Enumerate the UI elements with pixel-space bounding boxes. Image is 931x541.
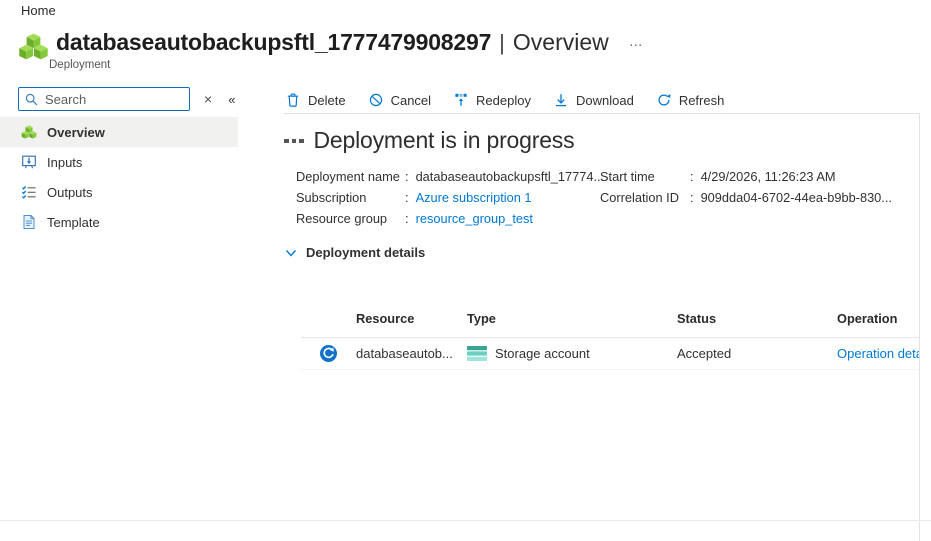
inputs-icon xyxy=(20,154,37,170)
sidebar-item-template[interactable]: Template xyxy=(0,207,238,237)
resource-type-label: Deployment xyxy=(49,59,110,71)
collapse-sidebar-button[interactable]: « xyxy=(224,90,239,109)
sidebar-search-zone: × « xyxy=(18,87,239,111)
search-field-wrap xyxy=(18,87,190,111)
sidebar-item-label: Outputs xyxy=(47,185,93,200)
deployment-cubes-icon xyxy=(20,124,37,140)
refresh-button-label: Refresh xyxy=(679,93,725,108)
page-title: databaseautobackupsftl_1777479908297 | O… xyxy=(56,29,645,56)
table-row[interactable]: databaseautob... Storage account Accepte… xyxy=(301,338,919,370)
sidebar-item-label: Template xyxy=(47,215,100,230)
command-bar: Delete Cancel Redeploy xyxy=(284,87,745,113)
colon-separator xyxy=(405,166,409,187)
delete-button-label: Delete xyxy=(308,93,346,108)
operation-details-link[interactable]: Operation details xyxy=(837,346,919,361)
field-label: Resource group xyxy=(296,208,405,229)
title-separator: | xyxy=(499,30,505,56)
essentials-left-column: Deployment name databaseautobackupsftl_1… xyxy=(296,166,604,229)
deployment-name-row: Deployment name databaseautobackupsftl_1… xyxy=(296,166,604,187)
sidebar-item-outputs[interactable]: Outputs xyxy=(0,177,238,207)
deployment-name-title: databaseautobackupsftl_1777479908297 xyxy=(56,29,491,56)
download-button-label: Download xyxy=(576,93,634,108)
download-icon xyxy=(553,92,569,108)
pane-divider xyxy=(919,113,920,541)
status-cell: Accepted xyxy=(677,346,837,361)
sidebar-item-inputs[interactable]: Inputs xyxy=(0,147,238,177)
deployment-details-table: Resource Type Status Operation databasea… xyxy=(301,300,919,370)
search-input[interactable] xyxy=(18,87,190,111)
resource-group-row: Resource group resource_group_test xyxy=(296,208,604,229)
deployment-icon xyxy=(18,31,49,67)
breadcrumb-home[interactable]: Home xyxy=(21,3,56,18)
column-header-operation: Operation xyxy=(837,311,919,326)
trash-icon xyxy=(285,92,301,108)
sidebar-item-overview[interactable]: Overview xyxy=(0,117,238,147)
sidebar-item-label: Overview xyxy=(47,125,105,140)
colon-separator xyxy=(690,166,694,187)
start-time-value: 4/29/2026, 11:26:23 AM xyxy=(701,166,836,187)
active-view-label: Overview xyxy=(513,29,609,56)
field-label: Correlation ID xyxy=(600,187,690,208)
table-header-row: Resource Type Status Operation xyxy=(301,300,919,338)
refresh-button[interactable]: Refresh xyxy=(655,87,737,113)
column-header-type: Type xyxy=(467,311,677,326)
sidebar-menu: Overview Inputs xyxy=(0,117,238,237)
template-icon xyxy=(20,214,37,230)
download-button[interactable]: Download xyxy=(552,87,646,113)
resource-name-cell: databaseautob... xyxy=(356,346,467,361)
redeploy-icon xyxy=(453,92,469,108)
correlation-id-value: 909dda04-6702-44ea-b9bb-830... xyxy=(701,187,892,208)
essentials-right-column: Start time 4/29/2026, 11:26:23 AM Correl… xyxy=(600,166,892,208)
in-progress-sync-icon xyxy=(320,345,337,362)
cancel-button[interactable]: Cancel xyxy=(367,87,443,113)
deployment-name-value: databaseautobackupsftl_17774... xyxy=(416,166,605,187)
redeploy-button-label: Redeploy xyxy=(476,93,531,108)
search-icon xyxy=(25,93,38,106)
field-label: Deployment name xyxy=(296,166,405,187)
correlation-id-row: Correlation ID 909dda04-6702-44ea-b9bb-8… xyxy=(600,187,892,208)
operation-cell: Operation details xyxy=(837,346,919,361)
more-options-button[interactable]: … xyxy=(629,33,645,49)
colon-separator xyxy=(405,187,409,208)
deployment-details-title: Deployment details xyxy=(306,245,425,260)
colon-separator xyxy=(690,187,694,208)
deployment-details-toggle[interactable]: Deployment details xyxy=(285,245,425,260)
clear-search-button[interactable]: × xyxy=(200,89,216,109)
status-heading-text: Deployment is in progress xyxy=(314,127,575,154)
storage-account-icon xyxy=(467,346,487,361)
subscription-link[interactable]: Azure subscription 1 xyxy=(416,187,532,208)
column-header-resource: Resource xyxy=(356,311,467,326)
resource-group-link[interactable]: resource_group_test xyxy=(416,208,533,229)
cancel-icon xyxy=(368,92,384,108)
field-label: Start time xyxy=(600,166,690,187)
start-time-row: Start time 4/29/2026, 11:26:23 AM xyxy=(600,166,892,187)
redeploy-button[interactable]: Redeploy xyxy=(452,87,543,113)
resource-type-cell: Storage account xyxy=(467,346,677,361)
subscription-row: Subscription Azure subscription 1 xyxy=(296,187,604,208)
refresh-icon xyxy=(656,92,672,108)
field-label: Subscription xyxy=(296,187,405,208)
in-progress-indicator-icon xyxy=(284,139,304,144)
column-header-status: Status xyxy=(677,311,837,326)
toolbar-divider xyxy=(284,113,919,114)
outputs-icon xyxy=(20,184,37,200)
colon-separator xyxy=(405,208,409,229)
resource-type-label: Storage account xyxy=(495,346,590,361)
delete-button[interactable]: Delete xyxy=(284,87,358,113)
deployment-status-heading: Deployment is in progress xyxy=(284,127,574,154)
azure-portal-deployment-blade: Home databaseautobackupsftl_177747990829… xyxy=(0,0,931,541)
chevron-down-icon xyxy=(285,247,297,259)
sidebar-item-label: Inputs xyxy=(47,155,82,170)
cancel-button-label: Cancel xyxy=(391,93,431,108)
status-icon-cell xyxy=(301,345,356,362)
overview-content: Deployment is in progress Deployment nam… xyxy=(284,124,919,524)
